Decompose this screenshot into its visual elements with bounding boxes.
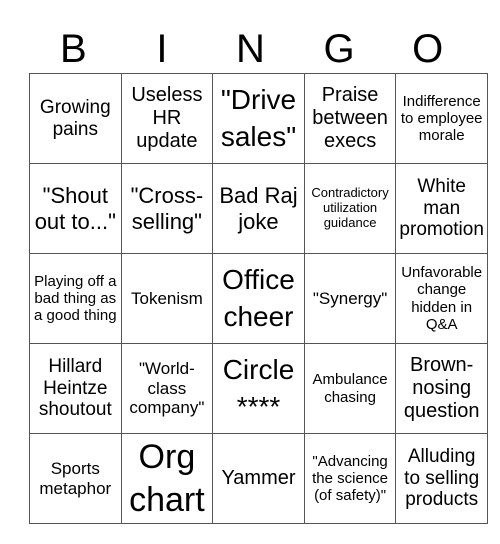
- bingo-cell[interactable]: Org chart: [120, 433, 214, 524]
- board-row: Playing off a bad thing as a good thing …: [29, 253, 488, 344]
- bingo-cell[interactable]: "Shout out to...": [29, 163, 122, 254]
- board-row: Sports metaphor Org chart Yammer "Advanc…: [29, 433, 488, 524]
- bingo-cell[interactable]: Circle ****: [212, 343, 305, 434]
- bingo-cell[interactable]: Contradictory utilization guidance: [303, 163, 397, 254]
- board-row: "Shout out to..." "Cross-selling" Bad Ra…: [29, 163, 488, 254]
- bingo-cell[interactable]: Hillard Heintze shoutout: [29, 343, 122, 434]
- bingo-cell[interactable]: "Advancing the science (of safety)": [303, 433, 397, 524]
- bingo-cell[interactable]: Ambulance chasing: [303, 343, 397, 434]
- header-letter-n: N: [236, 27, 265, 71]
- bingo-cell[interactable]: Bad Raj joke: [212, 163, 305, 254]
- bingo-cell[interactable]: Brown-nosing question: [395, 343, 488, 434]
- header-letter-b: B: [59, 27, 87, 71]
- board-row: Hillard Heintze shoutout "World-class co…: [29, 343, 488, 434]
- bingo-cell[interactable]: Sports metaphor: [29, 433, 122, 524]
- bingo-cell[interactable]: "Synergy": [303, 253, 397, 344]
- bingo-cell[interactable]: White man promotion: [395, 163, 488, 254]
- bingo-cell[interactable]: Alluding to selling products: [395, 433, 488, 524]
- bingo-cell[interactable]: "World-class company": [120, 343, 214, 434]
- bingo-cell[interactable]: Office cheer: [212, 253, 305, 344]
- bingo-cell[interactable]: "Cross-selling": [120, 163, 214, 254]
- header-letter-o: O: [412, 27, 444, 71]
- bingo-cell[interactable]: Yammer: [212, 433, 305, 524]
- header-letter-i: I: [156, 27, 168, 71]
- bingo-cell[interactable]: Unfavorable change hidden in Q&A: [395, 253, 488, 344]
- bingo-header: B I N G O: [29, 28, 472, 70]
- board-row: Growing pains Useless HR update "Drive s…: [29, 73, 488, 164]
- bingo-cell[interactable]: Praise between execs: [303, 73, 397, 164]
- bingo-board: Growing pains Useless HR update "Drive s…: [29, 73, 488, 524]
- bingo-cell[interactable]: Indifference to employee morale: [395, 73, 488, 164]
- bingo-cell[interactable]: "Drive sales": [212, 73, 305, 164]
- bingo-cell[interactable]: Growing pains: [29, 73, 122, 164]
- bingo-cell[interactable]: Useless HR update: [120, 73, 214, 164]
- bingo-cell[interactable]: Tokenism: [120, 253, 214, 344]
- header-letter-g: G: [323, 27, 355, 71]
- bingo-cell[interactable]: Playing off a bad thing as a good thing: [29, 253, 122, 344]
